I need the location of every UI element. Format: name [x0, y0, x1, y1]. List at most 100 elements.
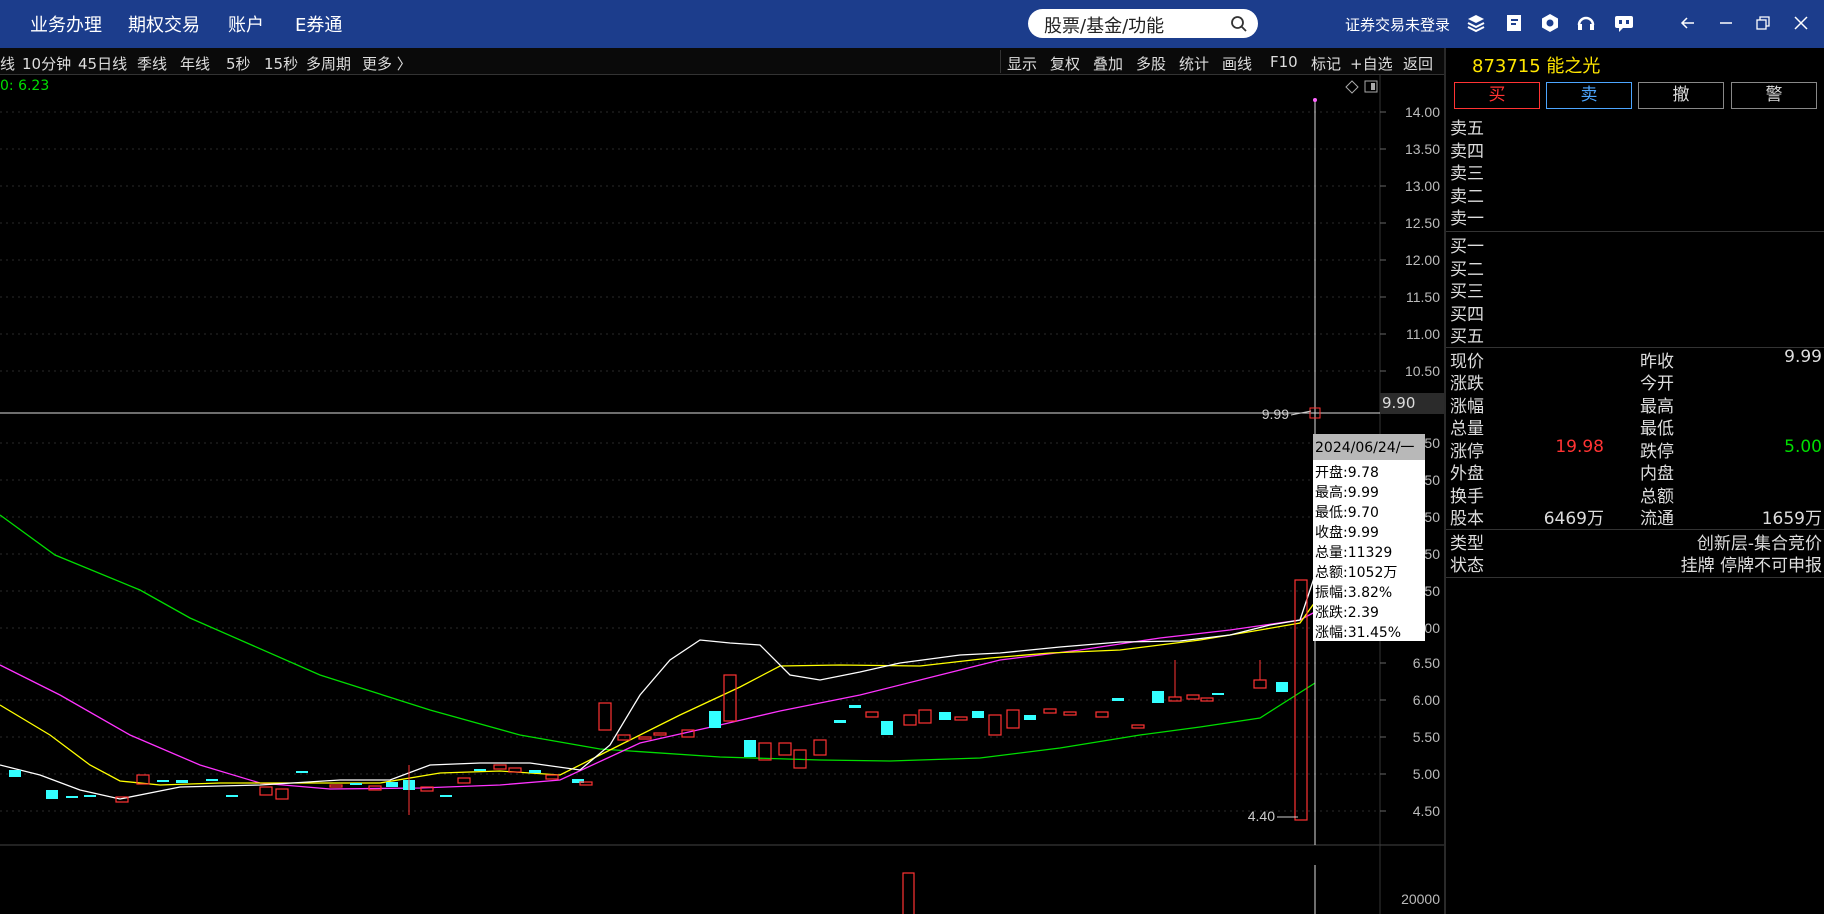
y-tick-label: 5.00 — [1413, 766, 1440, 782]
menu-account[interactable]: 账户 — [228, 11, 264, 37]
candle — [758, 742, 772, 761]
minimize-icon[interactable] — [1715, 12, 1737, 34]
tooltip-amount: 总额:1052万 — [1315, 565, 1398, 581]
tool-f10[interactable]: F10 — [1270, 53, 1298, 71]
period-tab[interactable]: 15秒 — [264, 53, 298, 74]
candle — [545, 774, 559, 780]
tooltip-date: 2024/06/24/一 — [1313, 434, 1425, 460]
back-arrow-icon[interactable] — [1677, 12, 1699, 34]
period-tab[interactable]: 季线 — [137, 53, 167, 74]
tool-adjust[interactable]: 复权 — [1050, 53, 1080, 74]
buy-button[interactable]: 买 — [1454, 82, 1540, 109]
candle — [1112, 698, 1124, 701]
candle — [9, 770, 21, 777]
candle — [275, 788, 289, 800]
tool-overlay[interactable]: 叠加 — [1093, 53, 1123, 74]
period-tab[interactable]: 线 — [0, 53, 15, 74]
quote-panel: 873715 能之光 买 卖 撤 警 卖五 卖四 卖三 卖二 卖一 买一 买二 … — [1444, 48, 1824, 914]
kline-chart[interactable]: 14.00 13.50 13.00 12.50 12.00 11.50 11.00 10.50… — [0, 75, 1444, 914]
candle — [1152, 691, 1164, 703]
crosshair-dot — [1313, 98, 1317, 102]
candle — [1168, 696, 1182, 702]
close-icon[interactable] — [1790, 12, 1812, 34]
tool-mark[interactable]: 标记 — [1311, 53, 1341, 74]
back-button[interactable]: 返回 — [1403, 53, 1433, 74]
period-tab[interactable]: 多周期 — [306, 53, 351, 74]
candle — [420, 786, 434, 792]
status-label: 状态 — [1450, 556, 1484, 576]
candle — [176, 780, 188, 783]
period-tab[interactable]: 45日线 — [78, 53, 127, 74]
y-tick-label: 6.00 — [1413, 692, 1440, 708]
ma-line — [0, 574, 1316, 800]
login-status[interactable]: 证券交易未登录 — [1345, 14, 1450, 35]
candle — [918, 709, 932, 724]
search-input[interactable]: 股票/基金/功能 — [1028, 9, 1258, 38]
menu-business[interactable]: 业务办理 — [30, 11, 102, 37]
volume-bar — [902, 872, 915, 914]
ma-line — [0, 601, 1316, 786]
candle-tooltip: 2024/06/24/一 开盘:9.78 最高:9.99 最低:9.70 收盘:… — [1313, 434, 1425, 641]
tooltip-low: 最低:9.70 — [1315, 505, 1379, 521]
bid-level: 买五 — [1450, 327, 1484, 347]
layers-icon[interactable] — [1465, 12, 1487, 34]
search-placeholder: 股票/基金/功能 — [1044, 16, 1165, 37]
candle — [206, 779, 218, 781]
period-tab[interactable]: 10分钟 — [22, 53, 71, 74]
candle — [903, 714, 917, 726]
open-label: 今开 — [1640, 374, 1674, 394]
divider — [1000, 50, 1001, 73]
tool-statistics[interactable]: 统计 — [1179, 53, 1209, 74]
limit-up-value: 19.98 — [1555, 437, 1604, 457]
high-marker: 9.99 — [1262, 406, 1289, 422]
candle — [653, 732, 667, 736]
tool-draw[interactable]: 画线 — [1222, 53, 1252, 74]
document-icon[interactable] — [1503, 12, 1525, 34]
candle — [493, 764, 507, 770]
chart-toolbar: 线 10分钟 45日线 季线 年线 5秒 15秒 多周期 更多 〉 显示 复权 … — [0, 48, 1444, 75]
candle — [529, 770, 541, 773]
divider — [1446, 577, 1824, 578]
inner-label: 内盘 — [1640, 464, 1674, 484]
settings-icon[interactable] — [1539, 12, 1561, 34]
ask-level: 卖三 — [1450, 164, 1484, 184]
ask-level: 卖一 — [1450, 209, 1484, 229]
alert-button[interactable]: 警 — [1731, 82, 1817, 109]
panel-toggle-icon — [1371, 83, 1375, 90]
candle — [1131, 724, 1145, 729]
y-tick-label: 12.00 — [1405, 252, 1440, 268]
y-tick-label: 14.00 — [1405, 104, 1440, 120]
tooltip-amplitude: 振幅:3.82% — [1315, 585, 1393, 601]
restore-icon[interactable] — [1752, 12, 1774, 34]
candle — [988, 714, 1002, 736]
y-tick-label: 11.50 — [1406, 289, 1440, 305]
cancel-button[interactable]: 撤 — [1638, 82, 1724, 109]
candle — [474, 769, 486, 771]
candle — [723, 674, 737, 722]
menu-equan[interactable]: E券通 — [295, 11, 342, 37]
candle — [1063, 711, 1077, 716]
candle — [1095, 711, 1109, 718]
sell-button[interactable]: 卖 — [1546, 82, 1632, 109]
y-tick-label: 12.50 — [1405, 215, 1440, 231]
add-watchlist-button[interactable]: +自选 — [1350, 53, 1393, 74]
candle — [744, 740, 756, 757]
candle — [1276, 682, 1288, 692]
more-periods-button[interactable]: 更多 〉 — [362, 53, 412, 74]
message-icon[interactable] — [1613, 12, 1635, 34]
stock-title: 873715 能之光 — [1472, 56, 1601, 77]
tool-display[interactable]: 显示 — [1007, 53, 1037, 74]
menu-options[interactable]: 期权交易 — [128, 11, 200, 37]
candle — [638, 736, 652, 740]
tool-multi-stock[interactable]: 多股 — [1136, 53, 1166, 74]
headset-icon[interactable] — [1575, 12, 1597, 34]
shares-label: 股本 — [1450, 509, 1484, 529]
y-tick-label: 6.50 — [1413, 655, 1440, 671]
candle — [834, 720, 846, 723]
candle — [865, 711, 879, 718]
low-marker: 4.40 — [1248, 808, 1275, 824]
search-icon[interactable] — [1230, 15, 1248, 33]
period-tab[interactable]: 5秒 — [226, 53, 251, 74]
period-tab[interactable]: 年线 — [180, 53, 210, 74]
low-label: 最低 — [1640, 419, 1674, 439]
